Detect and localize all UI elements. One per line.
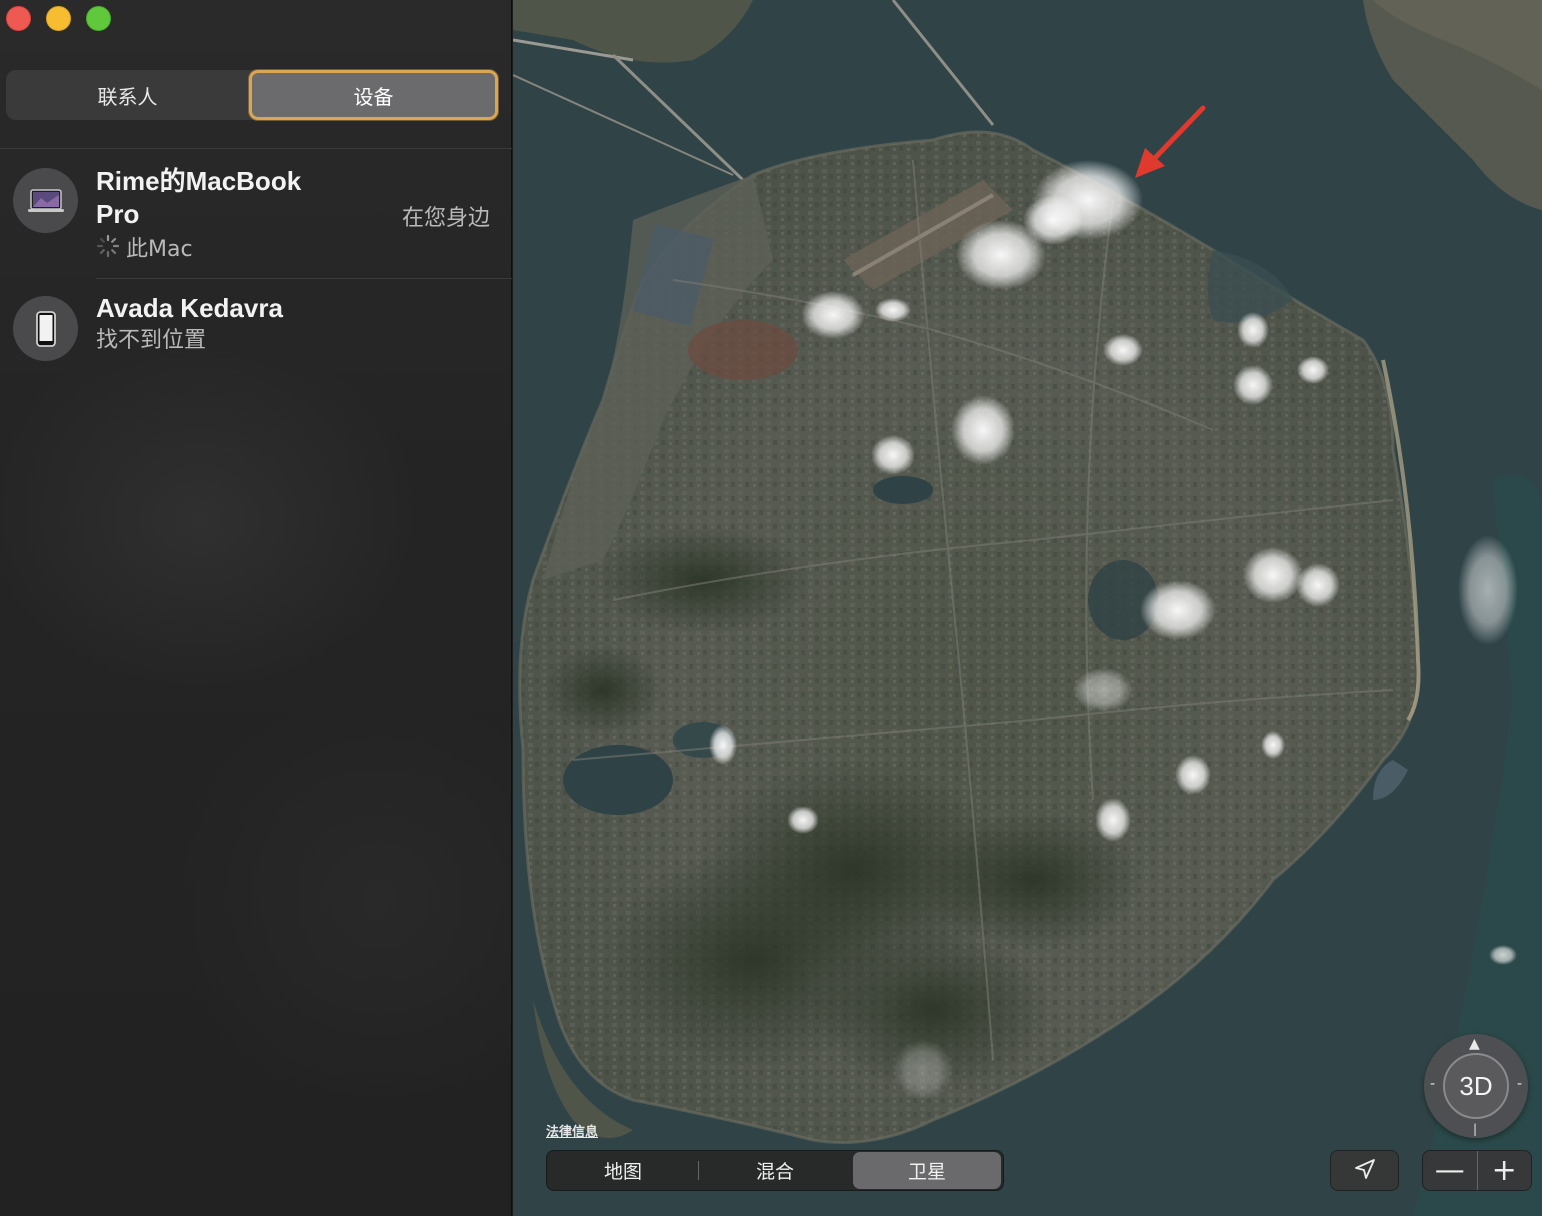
macbook-icon — [13, 168, 78, 233]
tab-people[interactable]: 联系人 — [6, 70, 249, 120]
device-distance: 在您身边 — [401, 206, 490, 231]
current-location-button[interactable] — [1330, 1150, 1399, 1191]
location-arrow-icon — [1354, 1158, 1376, 1184]
close-window-button[interactable] — [6, 6, 31, 31]
sidebar: 联系人 设备 Rime的MacBook Pro 此Mac 在您身边 Avada … — [0, 0, 512, 1216]
legal-info-link[interactable]: 法律信息 — [546, 1121, 598, 1140]
device-row-iphone[interactable]: Avada Kedavra 找不到位置 — [0, 290, 512, 370]
map-type-hybrid[interactable]: 混合 — [701, 1152, 849, 1189]
device-subtitle: 找不到位置 — [96, 328, 207, 353]
zoom-out-button[interactable]: — — [1423, 1151, 1478, 1190]
minimize-window-button[interactable] — [46, 6, 71, 31]
west-tick-icon: - — [1430, 1076, 1436, 1092]
map-type-satellite[interactable]: 卫星 — [853, 1152, 1001, 1189]
zoom-in-button[interactable]: + — [1478, 1151, 1532, 1190]
device-name-line1: Rime的MacBook — [96, 166, 302, 196]
device-row-macbook[interactable]: Rime的MacBook Pro 此Mac 在您身边 — [0, 160, 512, 278]
divider — [96, 278, 512, 279]
device-name: Avada Kedavra — [96, 293, 283, 323]
iphone-icon — [13, 296, 78, 361]
east-tick-icon: - — [1516, 1076, 1522, 1092]
north-indicator-icon: ▲ — [1469, 1036, 1480, 1052]
zoom-window-button[interactable] — [86, 6, 111, 31]
device-name-line2: Pro — [96, 199, 140, 229]
map-type-map[interactable]: 地图 — [549, 1152, 699, 1189]
compass-3d-control[interactable]: ▲ | - - 3D — [1424, 1034, 1528, 1138]
zoom-control: — + — [1422, 1150, 1532, 1191]
device-subtitle-text: 此Mac — [126, 237, 193, 262]
tab-devices[interactable]: 设备 — [249, 70, 498, 120]
3d-button[interactable]: 3D — [1443, 1053, 1509, 1119]
south-tick-icon: | — [1473, 1122, 1478, 1136]
divider — [0, 148, 512, 149]
satellite-imagery — [513, 0, 1542, 1216]
device-subtitle: 此Mac — [96, 234, 193, 266]
spinner-icon — [96, 234, 120, 266]
people-devices-segmented-control: 联系人 设备 — [6, 70, 498, 120]
map-type-segmented-control: 地图 混合 卫星 — [546, 1150, 1004, 1191]
satellite-map[interactable]: 法律信息 地图 混合 卫星 ▲ | - - 3D — + — [513, 0, 1542, 1216]
